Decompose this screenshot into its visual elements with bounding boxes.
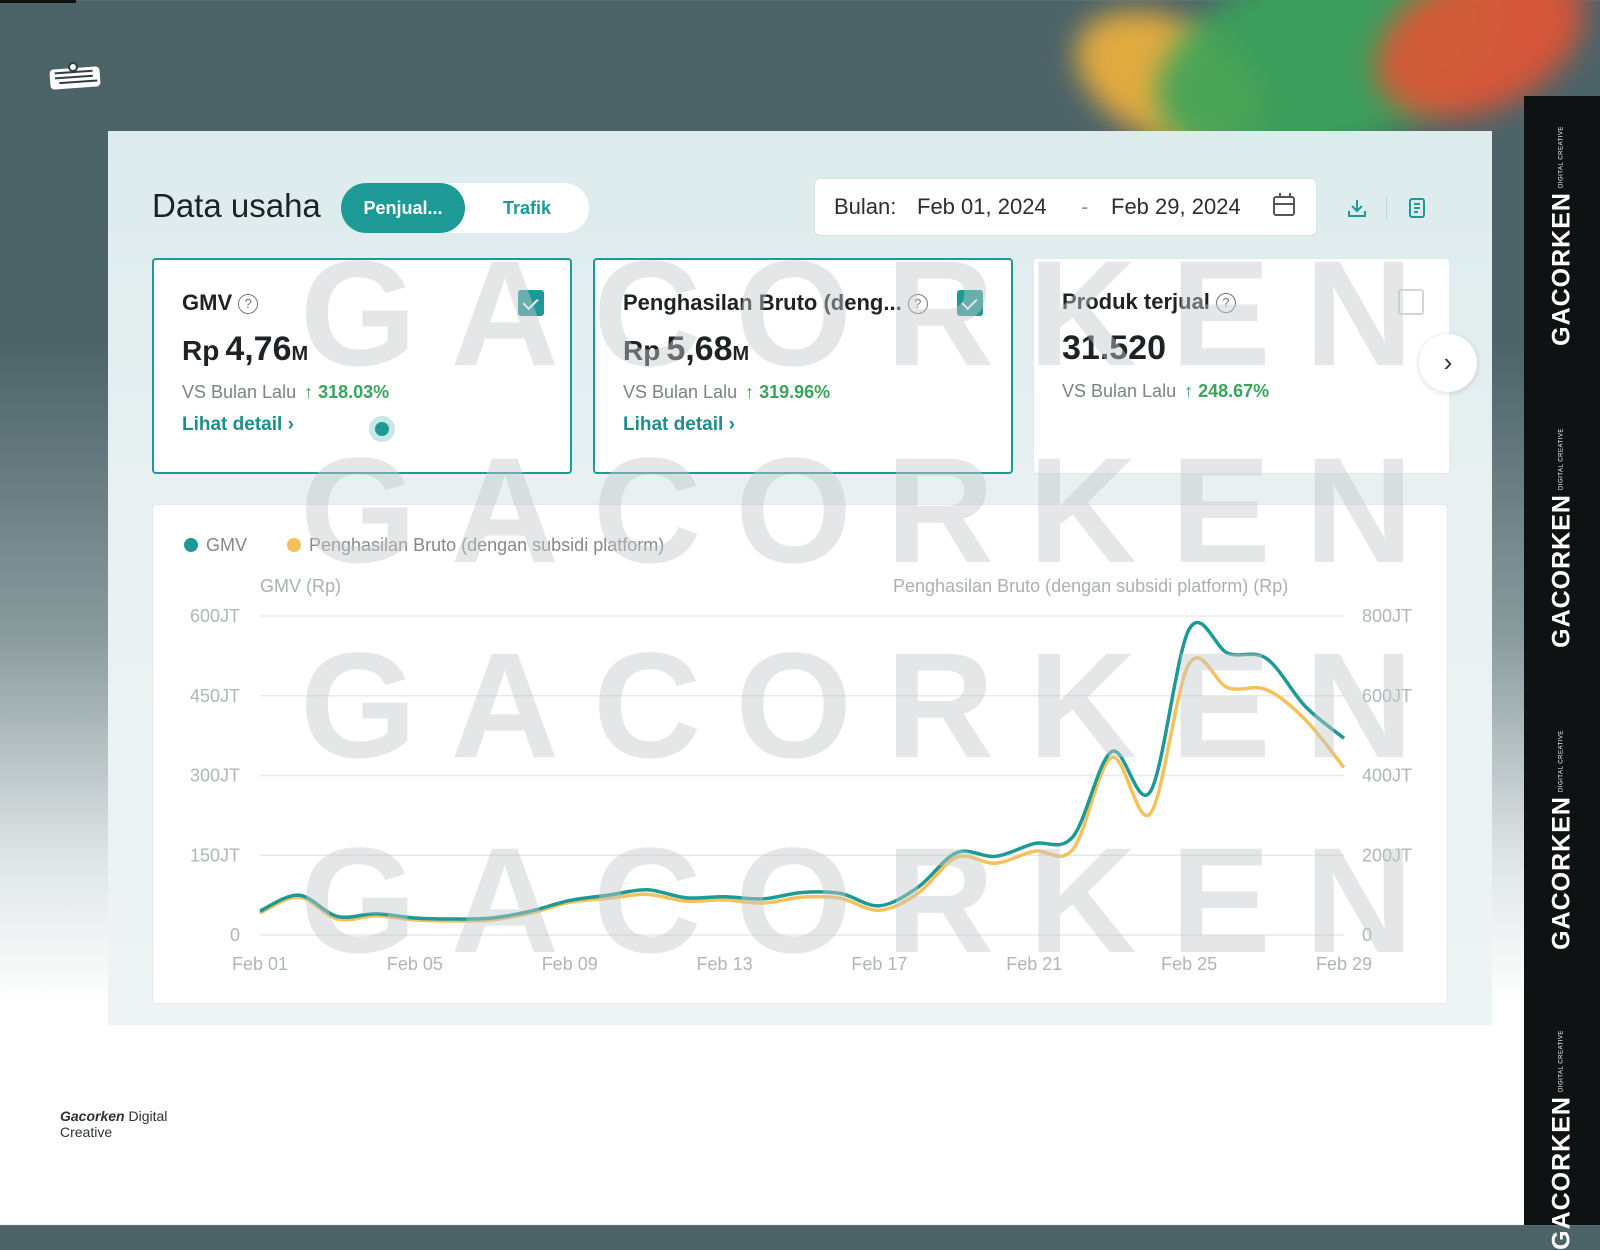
card-value: 31.520 [1062, 329, 1166, 367]
card-comparison: VS Bulan Lalu ↑ 319.96% [623, 382, 831, 402]
y-axis-right-title: Penghasilan Bruto (dengan subsidi platfo… [893, 576, 1289, 596]
legend-gross-income[interactable]: Penghasilan Bruto (dengan subsidi platfo… [287, 535, 664, 556]
card-checkbox[interactable] [1398, 289, 1424, 315]
metric-card-gmv[interactable]: GMV? Rp 4,76M VS Bulan Lalu ↑ 318.03% Liha… [152, 258, 572, 474]
page-title: Data usaha [152, 187, 321, 224]
change-up: ↑ 318.03% [304, 382, 390, 402]
card-title: Penghasilan Bruto (deng...? [623, 290, 928, 316]
download-icon[interactable] [1345, 196, 1369, 220]
metric-card-gross-income[interactable]: Penghasilan Bruto (deng...? Rp 5,68M VS B… [593, 258, 1013, 474]
date-separator: - [1081, 194, 1089, 219]
card-checkbox[interactable] [957, 290, 983, 316]
tab-trafik[interactable]: Trafik [465, 183, 589, 233]
legend-gmv[interactable]: GMV [184, 535, 247, 556]
report-icon[interactable] [1405, 196, 1429, 220]
toolbar-divider [1386, 196, 1387, 220]
date-range-label: Bulan: [834, 194, 897, 219]
date-range-picker[interactable]: Bulan: Feb 01, 2024 - Feb 29, 2024 [814, 178, 1317, 236]
y-axis-left-title: GMV (Rp) [260, 576, 341, 596]
footer-brand: Gacorken Digital Creative [60, 1108, 168, 1140]
top-accent-bar [0, 0, 76, 3]
metric-card-products-sold[interactable]: Produk terjual? 31.520 VS Bulan Lalu ↑ 24… [1033, 258, 1449, 474]
chevron-right-icon: › [1443, 347, 1453, 377]
card-title: Produk terjual? [1062, 289, 1236, 315]
card-title: GMV? [182, 290, 259, 316]
help-icon[interactable]: ? [238, 294, 259, 314]
cursor-indicator [369, 416, 395, 442]
card-value: Rp 5,68M [623, 330, 750, 368]
help-icon[interactable]: ? [1215, 293, 1236, 313]
tab-switch: Penjual... Trafik [341, 183, 589, 233]
tab-penjualan[interactable]: Penjual... [341, 183, 465, 233]
legend-dot-icon [184, 538, 198, 552]
date-start: Feb 01, 2024 [917, 194, 1047, 219]
legend-dot-icon [287, 538, 301, 552]
card-checkbox[interactable] [518, 290, 544, 316]
view-detail-link[interactable]: Lihat detail › [182, 414, 294, 436]
change-up: ↑ 248.67% [1184, 381, 1270, 401]
date-end: Feb 29, 2024 [1111, 194, 1241, 219]
change-up: ↑ 319.96% [745, 382, 831, 402]
card-value: Rp 4,76M [182, 330, 309, 368]
card-comparison: VS Bulan Lalu ↑ 318.03% [182, 382, 390, 402]
calendar-icon[interactable] [1273, 193, 1295, 216]
view-detail-link[interactable]: Lihat detail › [623, 414, 735, 436]
card-comparison: VS Bulan Lalu ↑ 248.67% [1062, 381, 1270, 401]
brand-logo [49, 62, 102, 90]
next-cards-button[interactable]: › [1419, 334, 1477, 392]
help-icon[interactable]: ? [907, 294, 928, 314]
